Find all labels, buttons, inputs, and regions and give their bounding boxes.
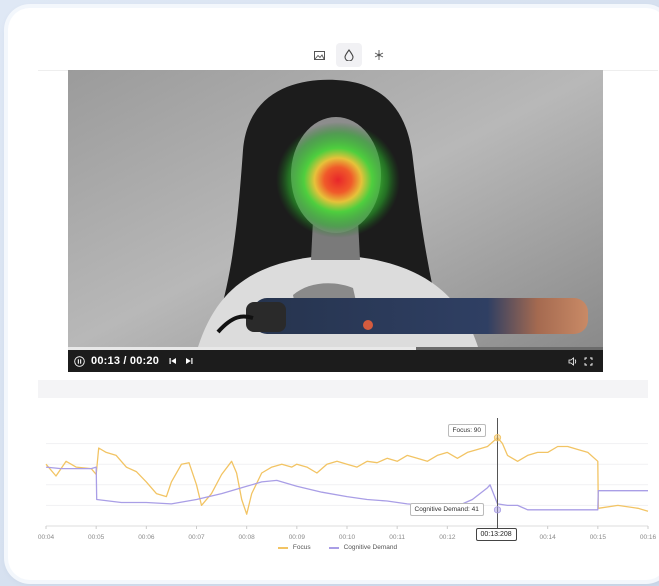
x-tick-label-11: 00:15 xyxy=(590,534,607,541)
cursor-time-label: 00:13:208 xyxy=(475,528,517,541)
metrics-line-chart[interactable]: 00:04 00:05 00:06 00:07 00:08 00:09 00:10 00:11… xyxy=(8,408,659,578)
pause-button[interactable] xyxy=(74,355,85,367)
video-time-display: 00:13 / 00:20 xyxy=(91,355,160,367)
x-tick-label-1: 00:05 xyxy=(88,534,105,541)
legend-item-focus[interactable]: Focus xyxy=(277,544,311,551)
image-icon xyxy=(313,50,325,60)
volume-button[interactable] xyxy=(568,356,578,366)
gaze-icon xyxy=(374,50,384,60)
x-tick-label-5: 00:09 xyxy=(289,534,306,541)
heatmap-drop-icon xyxy=(344,49,354,61)
legend-item-cognitive-demand[interactable]: Cognitive Demand xyxy=(328,544,398,551)
volume-icon xyxy=(568,356,577,366)
legend-label-focus: Focus xyxy=(292,544,311,551)
fullscreen-icon xyxy=(584,357,593,365)
skip-forward-button[interactable] xyxy=(185,357,193,365)
chart-header-band xyxy=(38,380,648,398)
cursor-marker-cognitive-demand xyxy=(493,506,502,514)
cursor-marker-focus xyxy=(493,434,502,442)
x-tick-label-4: 00:08 xyxy=(239,534,256,541)
image-view-button[interactable] xyxy=(306,43,332,67)
x-tick-label-3: 00:07 xyxy=(188,534,205,541)
x-tick-label-2: 00:06 xyxy=(138,534,155,541)
skip-back-button[interactable] xyxy=(169,357,177,365)
video-frame-image xyxy=(68,70,603,347)
x-tick-label-10: 00:14 xyxy=(540,534,557,541)
legend-swatch-cognitive-demand xyxy=(328,546,339,549)
gaze-view-button[interactable] xyxy=(366,43,392,67)
legend-swatch-focus xyxy=(277,546,288,549)
heatmap-view-button[interactable] xyxy=(336,43,362,67)
x-tick-label-12: 00:16 xyxy=(640,534,657,541)
skip-back-icon xyxy=(169,358,177,364)
analysis-card: 00:13 / 00:20 00:04 00:05 00:06 00:07 00… xyxy=(8,8,659,580)
chart-legend: Focus Cognitive Demand xyxy=(8,544,659,551)
series-line-cognitive-demand xyxy=(45,466,648,511)
x-tick-label-7: 00:11 xyxy=(389,534,405,541)
view-mode-toolbar xyxy=(8,40,659,70)
fullscreen-button[interactable] xyxy=(584,357,593,366)
video-controls: 00:13 / 00:20 xyxy=(68,350,603,372)
x-tick-label-6: 00:10 xyxy=(339,534,356,541)
focus-tooltip: Focus: 90 xyxy=(447,423,487,437)
pause-icon xyxy=(74,355,85,367)
video-player[interactable]: 00:13 / 00:20 xyxy=(68,70,603,372)
x-tick-label-0: 00:04 xyxy=(38,534,55,541)
cognitive-demand-tooltip: Cognitive Demand: 41 xyxy=(409,502,484,516)
legend-label-cognitive-demand: Cognitive Demand xyxy=(343,544,398,551)
x-tick-label-8: 00:12 xyxy=(439,534,456,541)
skip-forward-icon xyxy=(186,358,193,364)
